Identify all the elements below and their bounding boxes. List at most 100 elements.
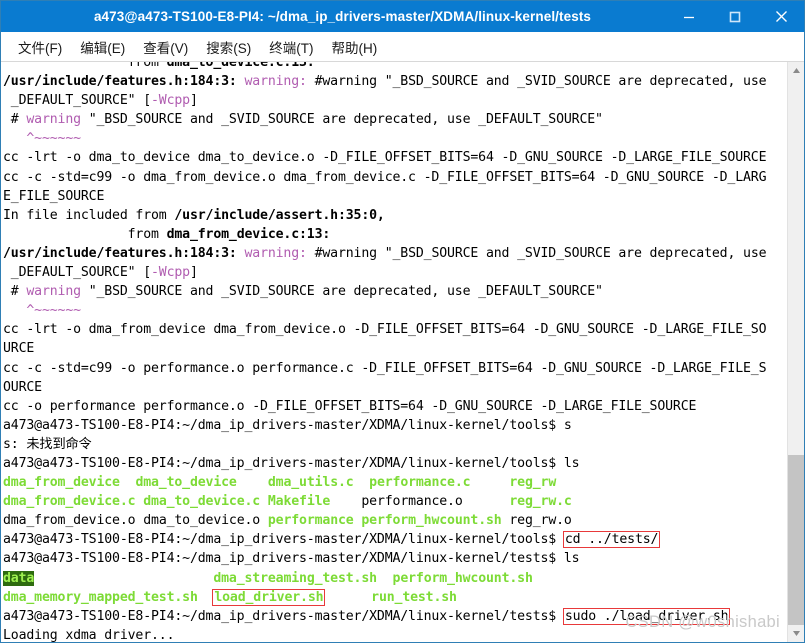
ls-entry: dma_from_device.c: [3, 494, 136, 510]
highlighted-command-cd: cd ../tests/: [562, 531, 661, 549]
close-button[interactable]: [758, 1, 804, 32]
ls-entry: performance.o: [361, 494, 463, 510]
output-line: In file included from /usr/include/asser…: [3, 206, 787, 225]
ls-entry: performance: [267, 513, 354, 529]
output-line: # warning "_BSD_SOURCE and _SVID_SOURCE …: [3, 282, 787, 301]
ls-entry: perform_hwcount.sh: [392, 570, 533, 586]
line-text: #warning "_BSD_SOURCE and _SVID_SOURCE a…: [306, 74, 767, 90]
output-line: _DEFAULT_SOURCE" [-Wcpp]: [3, 263, 787, 282]
highlighted-command-sudo: sudo ./load_driver.sh: [562, 607, 731, 625]
maximize-button[interactable]: [712, 1, 758, 32]
ls-entry: perform_hwcount.sh: [361, 513, 502, 529]
line-text: In file included from: [3, 207, 175, 223]
typed-command: ls: [563, 551, 580, 567]
prompt-line: a473@a473-TS100-E8-PI4:~/dma_ip_drivers-…: [3, 607, 787, 626]
output-line: cc -lrt -o dma_from_device dma_from_devi…: [3, 322, 767, 338]
ls-entry-directory: data: [3, 570, 35, 586]
ls-entry: run_test.sh: [371, 589, 457, 605]
line-path: /usr/include/features.h:184:3:: [3, 74, 245, 90]
prompt-line: a473@a473-TS100-E8-PI4:~/dma_ip_drivers-…: [3, 549, 787, 568]
ls-entry: performance.c: [369, 475, 471, 491]
ls-row: dma_from_device.o dma_to_device.o perfor…: [3, 511, 787, 530]
output-line: _DEFAULT_SOURCE" [-Wcpp]: [3, 91, 787, 110]
vertical-scrollbar[interactable]: [787, 62, 804, 642]
output-line: Loading xdma driver...: [3, 627, 175, 642]
ls-entry: dma_from_device: [3, 475, 120, 491]
window-controls: [666, 1, 804, 32]
line-text: "_BSD_SOURCE and _SVID_SOURCE are deprec…: [80, 112, 603, 128]
scroll-up-arrow[interactable]: [788, 62, 804, 79]
minimize-button[interactable]: [666, 1, 712, 32]
ls-entry: dma_to_device.o: [143, 513, 261, 529]
ls-entry: Makefile: [267, 494, 331, 510]
ls-entry: dma_memory_mapped_test.sh: [3, 589, 198, 605]
flag-label: -Wcpp: [151, 265, 190, 281]
line-text: _DEFAULT_SOURCE" [: [3, 93, 152, 109]
ls-row: data dma_streaming_test.sh perform_hwcou…: [3, 569, 787, 588]
output-line-caret: ^~~~~~~: [3, 303, 81, 319]
output-line: /usr/include/features.h:184:3: warning: …: [3, 244, 787, 263]
scrollbar-thumb[interactable]: [788, 455, 804, 627]
output-line: cc -c -std=c99 -o dma_from_device.o dma_…: [3, 169, 767, 185]
terminal-window: a473@a473-TS100-E8-PI4: ~/dma_ip_drivers…: [0, 0, 805, 643]
output-line: cc -c -std=c99 -o performance.o performa…: [3, 360, 767, 376]
output-line-caret: ^~~~~~~: [3, 131, 81, 147]
ls-entry: dma_to_device: [135, 475, 237, 491]
line-text: "_BSD_SOURCE and _SVID_SOURCE are deprec…: [80, 284, 603, 300]
output-line: cc -o performance performance.o -D_FILE_…: [3, 398, 697, 414]
warning-label: warning: [26, 284, 81, 300]
typed-command: ls: [563, 455, 580, 471]
menu-item-file[interactable]: 文件(F): [9, 35, 71, 59]
output-line: s: 未找到命令: [3, 436, 92, 452]
menu-item-edit[interactable]: 编辑(E): [71, 35, 134, 59]
shell-prompt: a473@a473-TS100-E8-PI4:~/dma_ip_drivers-…: [3, 455, 564, 471]
line-text: #: [3, 112, 27, 128]
terminal-area: from dma_to_device.c:13: /usr/include/fe…: [1, 61, 804, 642]
shell-prompt: a473@a473-TS100-E8-PI4:~/dma_ip_drivers-…: [3, 608, 564, 624]
shell-prompt: a473@a473-TS100-E8-PI4:~/dma_ip_drivers-…: [3, 417, 564, 433]
menu-item-terminal[interactable]: 终端(T): [260, 35, 322, 59]
output-line: from dma_to_device.c:13:: [3, 62, 787, 72]
output-line: /usr/include/features.h:184:3: warning: …: [3, 72, 787, 91]
line-path: /usr/include/assert.h:35:0,: [174, 207, 385, 223]
prompt-line: a473@a473-TS100-E8-PI4:~/dma_ip_drivers-…: [3, 530, 787, 549]
line-text: #: [3, 284, 27, 300]
scroll-down-arrow[interactable]: [788, 625, 804, 642]
output-line: OURCE: [3, 379, 42, 395]
highlighted-file-load-driver: load_driver.sh: [212, 588, 326, 606]
menu-bar: 文件(F) 编辑(E) 查看(V) 搜索(S) 终端(T) 帮助(H): [1, 32, 804, 61]
warning-label: warning:: [244, 245, 307, 261]
line-text: from: [3, 226, 167, 242]
ls-entry: reg_rw.o: [509, 513, 572, 529]
line-text: _DEFAULT_SOURCE" [: [3, 265, 152, 281]
ls-entry: dma_to_device.c: [143, 494, 261, 510]
ls-entry: dma_utils.c: [267, 475, 354, 491]
ls-entry: dma_from_device.o: [3, 513, 136, 529]
menu-item-view[interactable]: 查看(V): [134, 35, 197, 59]
flag-label: -Wcpp: [151, 93, 190, 109]
shell-prompt: a473@a473-TS100-E8-PI4:~/dma_ip_drivers-…: [3, 532, 564, 548]
warning-label: warning: [26, 112, 81, 128]
output-line: URCE: [3, 341, 35, 357]
terminal-output[interactable]: from dma_to_device.c:13: /usr/include/fe…: [1, 62, 787, 642]
line-text: ]: [189, 93, 198, 109]
output-line: E_FILE_SOURCE: [3, 188, 105, 204]
title-bar[interactable]: a473@a473-TS100-E8-PI4: ~/dma_ip_drivers…: [1, 1, 804, 32]
ls-row: dma_memory_mapped_test.sh load_driver.sh…: [3, 588, 787, 607]
ls-entry: reg_rw: [509, 475, 557, 491]
output-line: cc -lrt -o dma_to_device dma_to_device.o…: [3, 150, 767, 166]
output-line: from dma_from_device.c:13:: [3, 225, 787, 244]
line-text: from: [3, 62, 167, 70]
prompt-line: a473@a473-TS100-E8-PI4:~/dma_ip_drivers-…: [3, 416, 787, 435]
ls-entry: dma_streaming_test.sh: [213, 570, 377, 586]
menu-item-help[interactable]: 帮助(H): [323, 35, 387, 59]
typed-command: s: [563, 417, 572, 433]
line-path: /usr/include/features.h:184:3:: [3, 245, 245, 261]
line-text: #warning "_BSD_SOURCE and _SVID_SOURCE a…: [306, 245, 767, 261]
menu-item-search[interactable]: 搜索(S): [197, 35, 260, 59]
ls-row: dma_from_device.c dma_to_device.c Makefi…: [3, 492, 787, 511]
warning-label: warning:: [244, 74, 307, 90]
output-line: # warning "_BSD_SOURCE and _SVID_SOURCE …: [3, 110, 787, 129]
prompt-line: a473@a473-TS100-E8-PI4:~/dma_ip_drivers-…: [3, 454, 787, 473]
line-file: dma_to_device.c:13:: [166, 62, 315, 70]
